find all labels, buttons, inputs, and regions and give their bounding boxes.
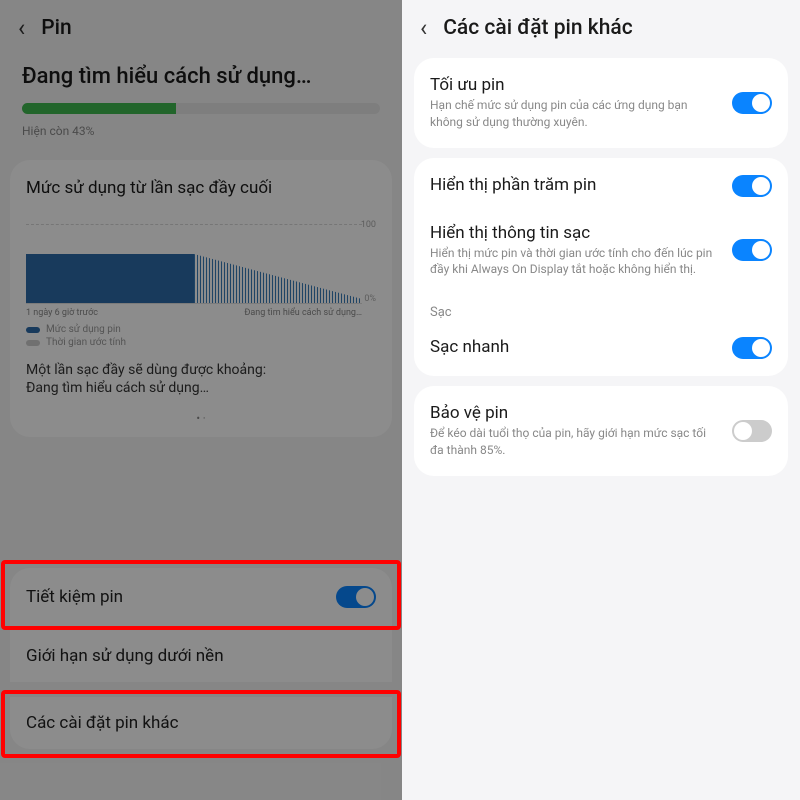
fast-charge-label: Sạc nhanh — [430, 337, 720, 357]
percent-row[interactable]: Hiển thị phần trăm pin — [414, 162, 788, 210]
percent-text: Hiển thị phần trăm pin — [430, 175, 732, 197]
charge-info-text: Hiển thị thông tin sạc Hiển thị mức pin … — [430, 223, 732, 279]
swatch-gray — [26, 340, 40, 346]
page-title: Các cài đặt pin khác — [443, 16, 632, 40]
optimize-text: Tối ưu pin Hạn chế mức sử dụng pin của c… — [430, 75, 732, 131]
background-limit-label: Giới hạn sử dụng dưới nền — [26, 646, 224, 666]
other-battery-settings-screen: ‹ Các cài đặt pin khác Tối ưu pin Hạn ch… — [402, 0, 800, 800]
header: ‹ Các cài đặt pin khác — [402, 0, 800, 48]
percent-toggle[interactable] — [732, 175, 772, 197]
page-dots: • · — [26, 408, 376, 425]
usage-title: Mức sử dụng từ lần sạc đầy cuối — [26, 178, 376, 198]
other-settings-label: Các cài đặt pin khác — [26, 713, 179, 733]
header: ‹ Pin — [0, 0, 402, 48]
power-saving-toggle[interactable] — [336, 586, 376, 608]
remaining-text: Hiện còn 43% — [22, 124, 380, 138]
protect-label: Bảo vệ pin — [430, 403, 720, 423]
x-left: 1 ngày 6 giờ trước — [26, 308, 98, 318]
chart-bars — [26, 254, 362, 304]
legend-usage: Mức sử dụng pin — [26, 324, 376, 335]
protect-desc: Để kéo dài tuổi thọ của pin, hãy giới hạ… — [430, 425, 720, 459]
y-axis-100: 100 — [361, 220, 376, 230]
power-saving-label: Tiết kiệm pin — [26, 587, 123, 607]
bar-used — [26, 254, 194, 304]
x-right: Đang tìm hiểu cách sử dụng… — [244, 308, 362, 318]
optimize-toggle[interactable] — [732, 92, 772, 114]
learning-title: Đang tìm hiểu cách sử dụng… — [22, 64, 380, 89]
battery-progress — [22, 103, 380, 114]
charge-info-row[interactable]: Hiển thị thông tin sạc Hiển thị mức pin … — [414, 210, 788, 292]
fast-charge-text: Sạc nhanh — [430, 337, 732, 359]
settings-card-2: Hiển thị phần trăm pin Hiển thị thông ti… — [414, 158, 788, 377]
charging-section-label: Sạc — [414, 291, 788, 324]
protect-text: Bảo vệ pin Để kéo dài tuổi thọ của pin, … — [430, 403, 732, 459]
battery-screen-left: ‹ Pin Đang tìm hiểu cách sử dụng… Hiện c… — [0, 0, 402, 800]
charge-info-toggle[interactable] — [732, 239, 772, 261]
usage-chart: 100 0% 1 ngày 6 giờ trước Đang tìm hiểu … — [26, 220, 376, 318]
back-icon[interactable]: ‹ — [420, 16, 427, 40]
settings-card-1: Tối ưu pin Hạn chế mức sử dụng pin của c… — [414, 58, 788, 148]
estimate-line-2: Đang tìm hiểu cách sử dụng… — [26, 380, 376, 396]
background-limit-item[interactable]: Giới hạn sử dụng dưới nền — [10, 630, 392, 682]
bar-estimate — [194, 254, 362, 304]
progress-fill — [22, 103, 176, 114]
optimize-label: Tối ưu pin — [430, 75, 720, 95]
protect-toggle[interactable] — [732, 420, 772, 442]
protect-row[interactable]: Bảo vệ pin Để kéo dài tuổi thọ của pin, … — [414, 390, 788, 472]
charge-info-desc: Hiển thị mức pin và thời gian ước tính c… — [430, 245, 720, 279]
settings-card-3: Bảo vệ pin Để kéo dài tuổi thọ của pin, … — [414, 386, 788, 476]
swatch-blue — [26, 327, 40, 333]
fast-charge-toggle[interactable] — [732, 337, 772, 359]
learning-block: Đang tìm hiểu cách sử dụng… Hiện còn 43% — [0, 48, 402, 148]
chart-topline — [26, 224, 362, 225]
optimize-desc: Hạn chế mức sử dụng pin của các ứng dụng… — [430, 97, 720, 131]
fast-charge-row[interactable]: Sạc nhanh — [414, 324, 788, 372]
chart-legend: Mức sử dụng pin Thời gian ước tính — [26, 324, 376, 348]
legend-est: Thời gian ước tính — [26, 337, 376, 348]
y-axis-0: 0% — [364, 294, 376, 304]
usage-card[interactable]: Mức sử dụng từ lần sạc đầy cuối 100 0% 1… — [10, 160, 392, 437]
legend-est-label: Thời gian ước tính — [46, 337, 126, 348]
other-settings-item[interactable]: Các cài đặt pin khác — [10, 697, 392, 749]
percent-label: Hiển thị phần trăm pin — [430, 175, 720, 195]
optimize-row[interactable]: Tối ưu pin Hạn chế mức sử dụng pin của c… — [414, 62, 788, 144]
back-icon[interactable]: ‹ — [18, 16, 25, 40]
chart-baseline — [26, 303, 362, 304]
charge-info-label: Hiển thị thông tin sạc — [430, 223, 720, 243]
legend-usage-label: Mức sử dụng pin — [46, 324, 121, 335]
estimate-line-1: Một lần sạc đầy sẽ dùng được khoảng: — [26, 362, 376, 378]
power-saving-item[interactable]: Tiết kiệm pin — [10, 568, 392, 626]
page-title: Pin — [41, 16, 71, 40]
